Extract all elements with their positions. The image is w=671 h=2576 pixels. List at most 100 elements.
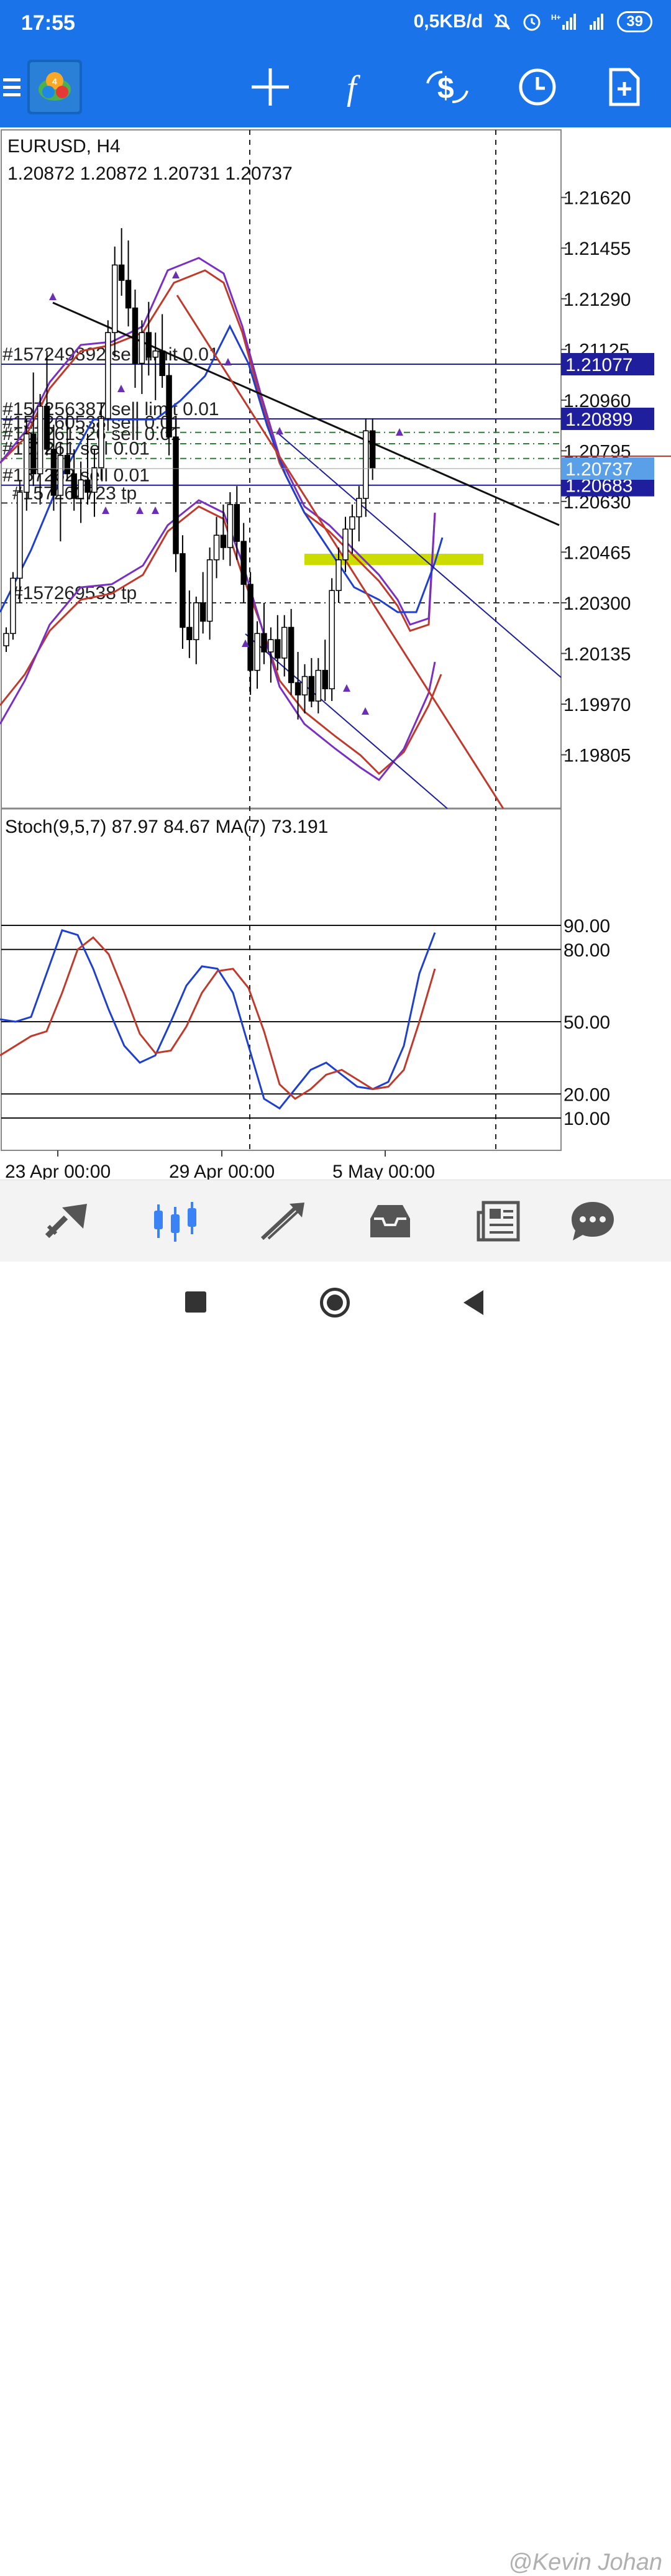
candle-body — [315, 669, 322, 702]
price-tick-label: 1.21455 — [564, 239, 631, 259]
candle-body — [64, 455, 71, 475]
watermark: @Kevin Johan — [508, 2549, 662, 2575]
candle-body — [301, 676, 308, 695]
candle-body — [17, 492, 23, 579]
bottom-nav — [0, 1180, 671, 1262]
candle-body — [132, 307, 139, 364]
candle-body — [288, 626, 294, 684]
candle-body — [118, 264, 125, 281]
clock-icon[interactable] — [516, 47, 559, 127]
back-icon[interactable] — [461, 1289, 486, 1316]
recent-apps-icon[interactable] — [185, 1291, 206, 1313]
chat-icon[interactable] — [555, 1180, 630, 1262]
menu-icon[interactable] — [0, 47, 25, 127]
candle-body — [220, 534, 227, 548]
candle-body — [84, 479, 91, 493]
price-tag-label: 1.20899 — [565, 410, 632, 430]
time-label: 23 Apr 00:00 — [5, 1162, 111, 1181]
candle-body — [342, 528, 349, 561]
candle-body — [125, 280, 132, 309]
system-nav: @Kevin Johan — [0, 1262, 671, 2575]
candle-body — [3, 633, 9, 646]
chart-canvas[interactable]: #157249892 sell limit 0.01#157256387 sel… — [0, 127, 671, 1182]
stoch-level-label: 20.00 — [564, 1084, 610, 1105]
candle-body — [57, 455, 64, 496]
network-speed: 0,5KB/d — [413, 11, 483, 32]
news-icon[interactable] — [461, 1180, 536, 1262]
candle-body — [173, 436, 179, 554]
stoch-level-label: 90.00 — [564, 916, 610, 937]
svg-text:f: f — [347, 69, 361, 107]
stoch-level-label: 50.00 — [564, 1012, 610, 1033]
candle-body — [71, 473, 77, 499]
candle-body — [213, 534, 220, 561]
new-document-icon[interactable] — [603, 47, 646, 127]
candle-body — [180, 553, 186, 628]
status-time: 17:55 — [21, 11, 75, 35]
candle-body — [322, 669, 328, 690]
candle-body — [37, 405, 43, 475]
candle-body — [139, 332, 145, 364]
symbol-label: EURUSD, H4 — [7, 136, 121, 157]
quotes-icon[interactable] — [30, 1180, 104, 1262]
alarm-icon — [523, 14, 541, 31]
candle-body — [294, 682, 301, 695]
candle-body — [199, 602, 206, 622]
candle-body — [369, 430, 376, 469]
ohlc-label: 1.20872 1.20872 1.20731 1.20737 — [7, 163, 293, 184]
metatrader-logo[interactable]: 4 — [27, 47, 82, 127]
chart-area[interactable]: #157249892 sell limit 0.01#157256387 sel… — [0, 127, 671, 1182]
price-tick-label: 1.20300 — [564, 594, 631, 614]
candle-body — [105, 332, 111, 419]
signal-icon — [590, 14, 604, 30]
price-tick-label: 1.19805 — [564, 746, 631, 766]
crosshair-icon[interactable] — [249, 47, 292, 127]
candle-body — [349, 516, 355, 530]
price-tick-label: 1.20465 — [564, 543, 631, 563]
trade-nav-icon[interactable] — [246, 1180, 321, 1262]
function-icon[interactable]: f — [339, 47, 382, 127]
candle-body — [329, 590, 335, 690]
order-line-label: #157269538 tp — [12, 583, 137, 603]
candle-body — [240, 541, 247, 585]
chart-icon[interactable] — [138, 1180, 212, 1262]
candle-body — [186, 626, 193, 640]
stoch-level-label: 80.00 — [564, 940, 610, 961]
candle-body — [336, 559, 342, 591]
history-icon[interactable] — [353, 1180, 427, 1262]
candle-body — [30, 433, 37, 475]
candle-body — [261, 633, 267, 653]
chart-frame — [1, 129, 562, 1151]
home-icon[interactable] — [320, 1288, 350, 1318]
time-label: 29 Apr 00:00 — [169, 1162, 275, 1181]
svg-text:H+: H+ — [551, 13, 561, 22]
candle-body — [43, 405, 50, 450]
candle-body — [166, 375, 172, 438]
candle-body — [308, 676, 315, 702]
candle-body — [98, 418, 104, 469]
candle-body — [227, 504, 234, 548]
price-tag-label: 1.21077 — [565, 355, 632, 375]
candle-body — [159, 351, 165, 377]
candle-body — [78, 479, 84, 499]
candle-body — [247, 584, 253, 671]
signal-hplus-icon: H+ — [551, 13, 577, 30]
trade-icon[interactable]: $ — [422, 47, 472, 127]
candle-body — [193, 602, 199, 640]
battery-icon: 39 — [617, 11, 652, 32]
candle-body — [111, 264, 118, 333]
chart-toolbar: 4 f $ — [0, 47, 671, 127]
mute-bell-icon — [494, 13, 511, 30]
candle-body — [91, 467, 98, 493]
price-tick-label: 1.20135 — [564, 644, 631, 664]
candle-body — [234, 504, 240, 542]
time-label: 5 May 00:00 — [332, 1162, 435, 1181]
candle-body — [268, 639, 274, 653]
candle-body — [363, 430, 369, 499]
candle-body — [50, 449, 57, 496]
highlight-zone — [304, 554, 483, 565]
candle-body — [254, 633, 260, 671]
status-right: 0,5KB/d H+ 39 — [414, 11, 652, 32]
svg-text:4: 4 — [52, 76, 57, 86]
candle-body — [356, 498, 362, 518]
